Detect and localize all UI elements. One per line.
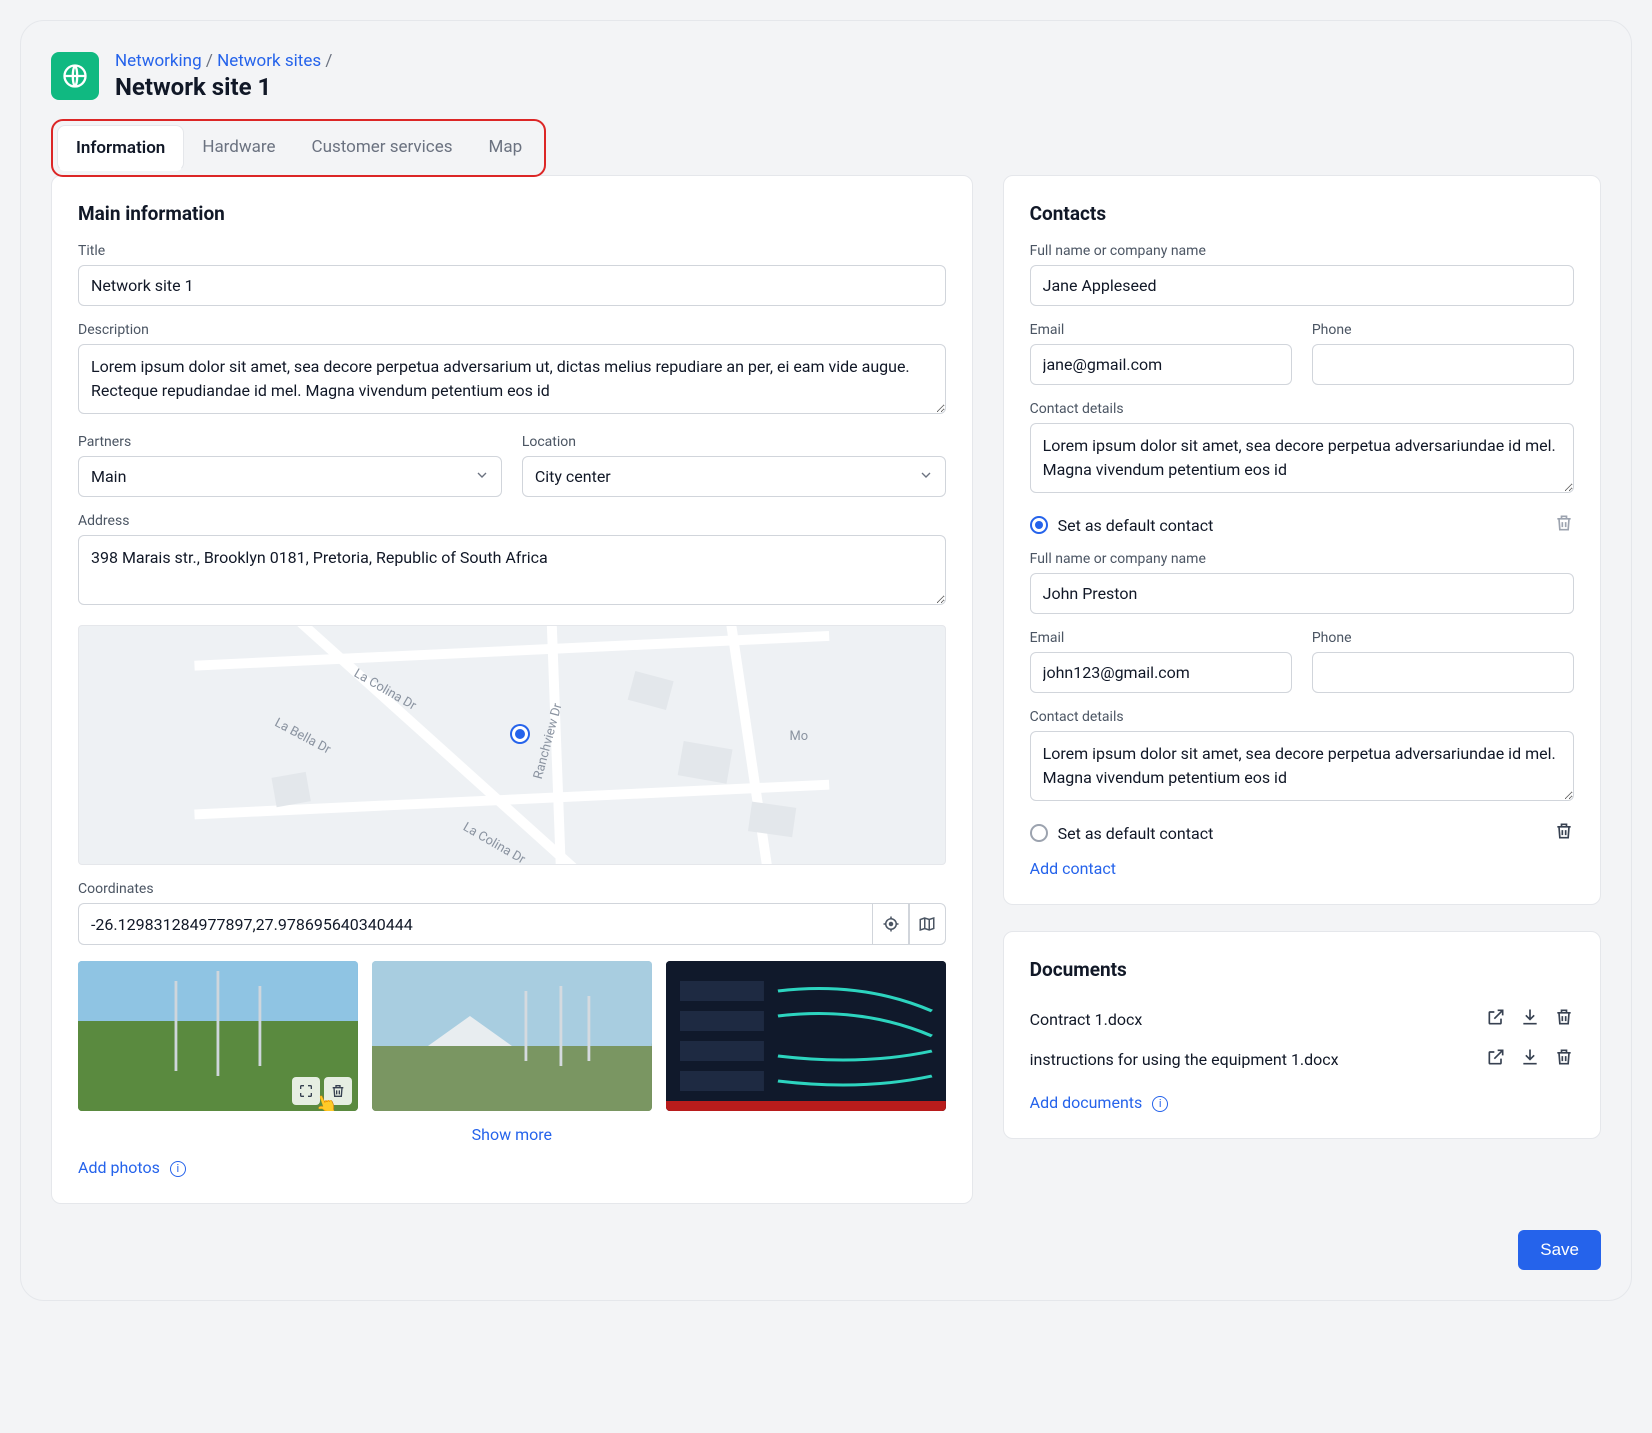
main-information-card: Main information Title Description Partn… xyxy=(51,175,973,1204)
download-icon[interactable] xyxy=(1520,1007,1540,1031)
partners-label: Partners xyxy=(78,434,502,450)
tab-information[interactable]: Information xyxy=(57,125,184,171)
breadcrumb-section[interactable]: Network sites xyxy=(217,51,321,71)
document-name: Contract 1.docx xyxy=(1030,1010,1143,1029)
default-contact-radio[interactable] xyxy=(1030,824,1048,842)
breadcrumb: Networking / Network sites / xyxy=(115,51,332,71)
documents-card: Documents Contract 1.docx instructions f… xyxy=(1003,931,1601,1139)
contact-phone-input[interactable] xyxy=(1312,344,1574,385)
coordinates-label: Coordinates xyxy=(78,881,946,897)
photo-thumbnail[interactable] xyxy=(372,961,652,1111)
map-pin-icon xyxy=(512,726,528,742)
add-documents-link[interactable]: Add documents xyxy=(1030,1093,1143,1112)
contact-name-input[interactable] xyxy=(1030,265,1574,306)
document-row: instructions for using the equipment 1.d… xyxy=(1030,1039,1574,1079)
contact-phone-input[interactable] xyxy=(1312,652,1574,693)
address-textarea[interactable] xyxy=(78,535,946,605)
page-title: Network site 1 xyxy=(115,73,332,101)
contact-details-label: Contact details xyxy=(1030,401,1574,417)
info-icon[interactable]: i xyxy=(1152,1096,1168,1112)
trash-icon[interactable] xyxy=(1554,513,1574,537)
trash-icon[interactable] xyxy=(1554,1007,1574,1031)
document-name: instructions for using the equipment 1.d… xyxy=(1030,1050,1339,1069)
external-link-icon[interactable] xyxy=(1486,1007,1506,1031)
location-label: Location xyxy=(522,434,946,450)
coordinates-input[interactable] xyxy=(78,903,872,945)
contact-email-label: Email xyxy=(1030,322,1292,338)
contact-phone-label: Phone xyxy=(1312,322,1574,338)
photo-thumbnail[interactable]: 👆 xyxy=(78,961,358,1111)
contact-phone-label: Phone xyxy=(1312,630,1574,646)
expand-icon[interactable] xyxy=(292,1077,320,1105)
contacts-card: Contacts Full name or company name Email… xyxy=(1003,175,1601,905)
map-preview[interactable]: La Bella Dr La Colina Dr La Colina Dr Ra… xyxy=(78,625,946,865)
app-icon xyxy=(51,52,99,100)
download-icon[interactable] xyxy=(1520,1047,1540,1071)
default-contact-label: Set as default contact xyxy=(1058,516,1214,535)
contact-details-textarea[interactable] xyxy=(1030,731,1574,801)
contact-name-label: Full name or company name xyxy=(1030,243,1574,259)
show-more-link[interactable]: Show more xyxy=(472,1125,552,1144)
tab-customer-services[interactable]: Customer services xyxy=(294,125,471,171)
contact-email-input[interactable] xyxy=(1030,652,1292,693)
location-select[interactable] xyxy=(522,456,946,497)
trash-icon[interactable] xyxy=(1554,1047,1574,1071)
description-label: Description xyxy=(78,322,946,338)
info-icon[interactable]: i xyxy=(170,1161,186,1177)
description-textarea[interactable] xyxy=(78,344,946,414)
tab-map[interactable]: Map xyxy=(471,125,541,171)
partners-select[interactable] xyxy=(78,456,502,497)
title-input[interactable] xyxy=(78,265,946,306)
main-heading: Main information xyxy=(78,202,946,225)
locate-button[interactable] xyxy=(872,903,909,945)
title-label: Title xyxy=(78,243,946,259)
contact-name-input[interactable] xyxy=(1030,573,1574,614)
map-button[interactable] xyxy=(909,903,946,945)
save-button[interactable]: Save xyxy=(1518,1230,1601,1270)
documents-heading: Documents xyxy=(1030,958,1574,981)
document-row: Contract 1.docx xyxy=(1030,999,1574,1039)
trash-icon[interactable] xyxy=(1554,821,1574,845)
contact-email-label: Email xyxy=(1030,630,1292,646)
address-label: Address xyxy=(78,513,946,529)
contact-details-textarea[interactable] xyxy=(1030,423,1574,493)
tab-hardware[interactable]: Hardware xyxy=(184,125,293,171)
contact-email-input[interactable] xyxy=(1030,344,1292,385)
contact-name-label: Full name or company name xyxy=(1030,551,1574,567)
tabs-highlight-box: Information Hardware Customer services M… xyxy=(51,119,546,177)
breadcrumb-root[interactable]: Networking xyxy=(115,51,202,71)
contacts-heading: Contacts xyxy=(1030,202,1574,225)
add-photos-link[interactable]: Add photos xyxy=(78,1158,160,1177)
default-contact-label: Set as default contact xyxy=(1058,824,1214,843)
svg-text:Mo: Mo xyxy=(789,729,808,744)
contact-details-label: Contact details xyxy=(1030,709,1574,725)
default-contact-radio[interactable] xyxy=(1030,516,1048,534)
external-link-icon[interactable] xyxy=(1486,1047,1506,1071)
trash-icon[interactable] xyxy=(324,1077,352,1105)
add-contact-link[interactable]: Add contact xyxy=(1030,859,1116,878)
photo-thumbnail[interactable] xyxy=(666,961,946,1111)
